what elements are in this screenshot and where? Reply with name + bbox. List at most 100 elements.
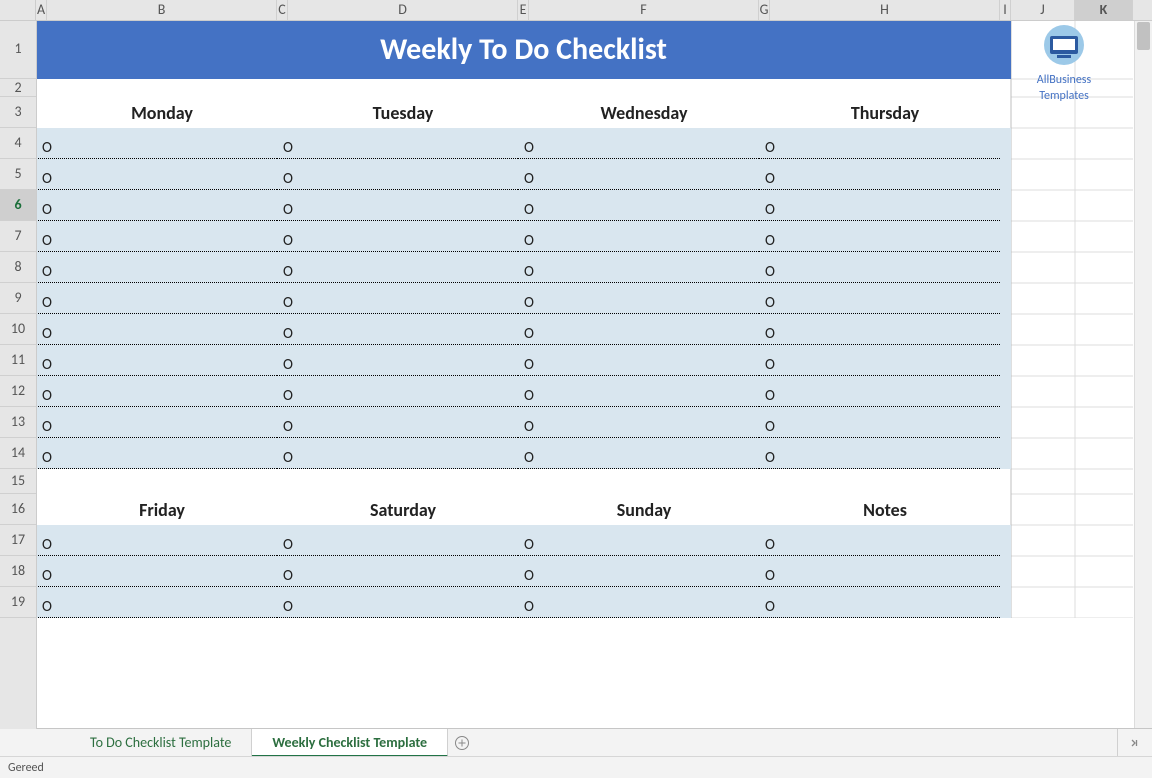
task-cell[interactable]: O <box>759 449 1000 469</box>
task-cell[interactable]: O <box>759 201 1000 221</box>
task-cell[interactable]: O <box>518 418 759 438</box>
task-cell[interactable]: O <box>277 449 518 469</box>
row-header[interactable]: 14 <box>0 438 36 469</box>
task-cell[interactable]: O <box>759 170 1000 190</box>
row-header[interactable]: 15 <box>0 469 36 494</box>
col-header[interactable]: K <box>1075 0 1133 20</box>
task-cell[interactable]: O <box>759 139 1000 159</box>
task-cell[interactable]: O <box>518 294 759 314</box>
day-header: Tuesday <box>288 97 518 128</box>
task-cell[interactable]: O <box>759 325 1000 345</box>
col-header[interactable]: C <box>277 0 288 20</box>
col-header[interactable]: E <box>518 0 529 20</box>
day-header: Wednesday <box>529 97 759 128</box>
task-cell[interactable]: O <box>277 418 518 438</box>
task-cell[interactable]: O <box>36 387 277 407</box>
row-header[interactable]: 7 <box>0 221 36 252</box>
col-header[interactable]: J <box>1011 0 1075 20</box>
task-cell[interactable]: O <box>277 356 518 376</box>
task-cell[interactable]: O <box>277 598 518 618</box>
plus-circle-icon <box>454 735 470 751</box>
task-cell[interactable]: O <box>759 567 1000 587</box>
task-cell[interactable]: O <box>759 598 1000 618</box>
scrollbar-thumb[interactable] <box>1137 22 1150 50</box>
task-cell[interactable]: O <box>759 232 1000 252</box>
task-cell[interactable]: O <box>36 536 277 556</box>
task-cell[interactable]: O <box>759 536 1000 556</box>
row-header[interactable]: 13 <box>0 407 36 438</box>
vertical-scrollbar[interactable] <box>1134 20 1152 729</box>
task-cell[interactable]: O <box>36 356 277 376</box>
col-header[interactable]: G <box>759 0 770 20</box>
task-cell[interactable]: O <box>277 536 518 556</box>
row-header[interactable]: 5 <box>0 159 36 190</box>
task-cell[interactable]: O <box>277 567 518 587</box>
task-cell[interactable]: O <box>759 387 1000 407</box>
col-header[interactable]: F <box>529 0 759 20</box>
select-all-corner[interactable] <box>0 0 36 20</box>
task-cell[interactable]: O <box>36 598 277 618</box>
task-cell[interactable]: O <box>518 232 759 252</box>
task-cell[interactable]: O <box>759 294 1000 314</box>
row-header[interactable]: 17 <box>0 525 36 556</box>
task-cell[interactable]: O <box>277 139 518 159</box>
task-cell[interactable]: O <box>518 449 759 469</box>
row-header[interactable]: 11 <box>0 345 36 376</box>
task-cell[interactable]: O <box>36 170 277 190</box>
task-cell[interactable]: O <box>518 201 759 221</box>
new-sheet-button[interactable] <box>448 729 476 757</box>
col-header[interactable]: H <box>770 0 1000 20</box>
task-cell[interactable]: O <box>36 139 277 159</box>
row-header[interactable]: 8 <box>0 252 36 283</box>
task-cell[interactable]: O <box>759 263 1000 283</box>
task-cell[interactable]: O <box>36 201 277 221</box>
task-cell[interactable]: O <box>36 325 277 345</box>
task-cell[interactable]: O <box>518 567 759 587</box>
sheet-body[interactable]: Weekly To Do Checklist MondayTuesdayWedn… <box>36 20 1152 729</box>
sheet-tab[interactable]: Weekly Checklist Template <box>252 729 448 757</box>
col-header[interactable]: A <box>36 0 47 20</box>
task-cell[interactable]: O <box>759 418 1000 438</box>
row-headers: 12345678910111213141516171819 <box>0 20 37 729</box>
task-cell[interactable]: O <box>518 598 759 618</box>
task-cell[interactable]: O <box>518 170 759 190</box>
row-header[interactable]: 2 <box>0 79 36 97</box>
task-cell[interactable]: O <box>518 325 759 345</box>
row-header[interactable]: 12 <box>0 376 36 407</box>
logo-text-1: AllBusiness <box>1019 74 1109 86</box>
row-header[interactable]: 18 <box>0 556 36 587</box>
task-cell[interactable]: O <box>36 232 277 252</box>
task-cell[interactable]: O <box>518 356 759 376</box>
task-cell[interactable]: O <box>518 139 759 159</box>
col-header[interactable]: D <box>288 0 518 20</box>
row-header[interactable]: 19 <box>0 587 36 618</box>
task-cell[interactable]: O <box>759 356 1000 376</box>
row-header[interactable]: 1 <box>0 20 36 79</box>
task-cell[interactable]: O <box>518 387 759 407</box>
task-cell[interactable]: O <box>277 170 518 190</box>
row-header[interactable]: 3 <box>0 97 36 128</box>
task-cell[interactable]: O <box>277 232 518 252</box>
day-header: Notes <box>770 494 1000 525</box>
task-cell[interactable]: O <box>36 567 277 587</box>
task-cell[interactable]: O <box>277 263 518 283</box>
task-cell[interactable]: O <box>277 387 518 407</box>
task-cell[interactable]: O <box>36 263 277 283</box>
col-header[interactable]: I <box>1000 0 1011 20</box>
row-header[interactable]: 6 <box>0 190 36 221</box>
sheet-tab[interactable]: To Do Checklist Template <box>70 729 252 757</box>
task-cell[interactable]: O <box>277 201 518 221</box>
task-cell[interactable]: O <box>277 294 518 314</box>
row-header[interactable]: 16 <box>0 494 36 525</box>
task-cell[interactable]: O <box>36 294 277 314</box>
tab-scroll-right[interactable] <box>1117 729 1152 757</box>
task-cell[interactable]: O <box>36 449 277 469</box>
row-header[interactable]: 10 <box>0 314 36 345</box>
col-header[interactable]: B <box>47 0 277 20</box>
row-header[interactable]: 9 <box>0 283 36 314</box>
task-cell[interactable]: O <box>277 325 518 345</box>
task-cell[interactable]: O <box>518 536 759 556</box>
row-header[interactable]: 4 <box>0 128 36 159</box>
task-cell[interactable]: O <box>518 263 759 283</box>
task-cell[interactable]: O <box>36 418 277 438</box>
